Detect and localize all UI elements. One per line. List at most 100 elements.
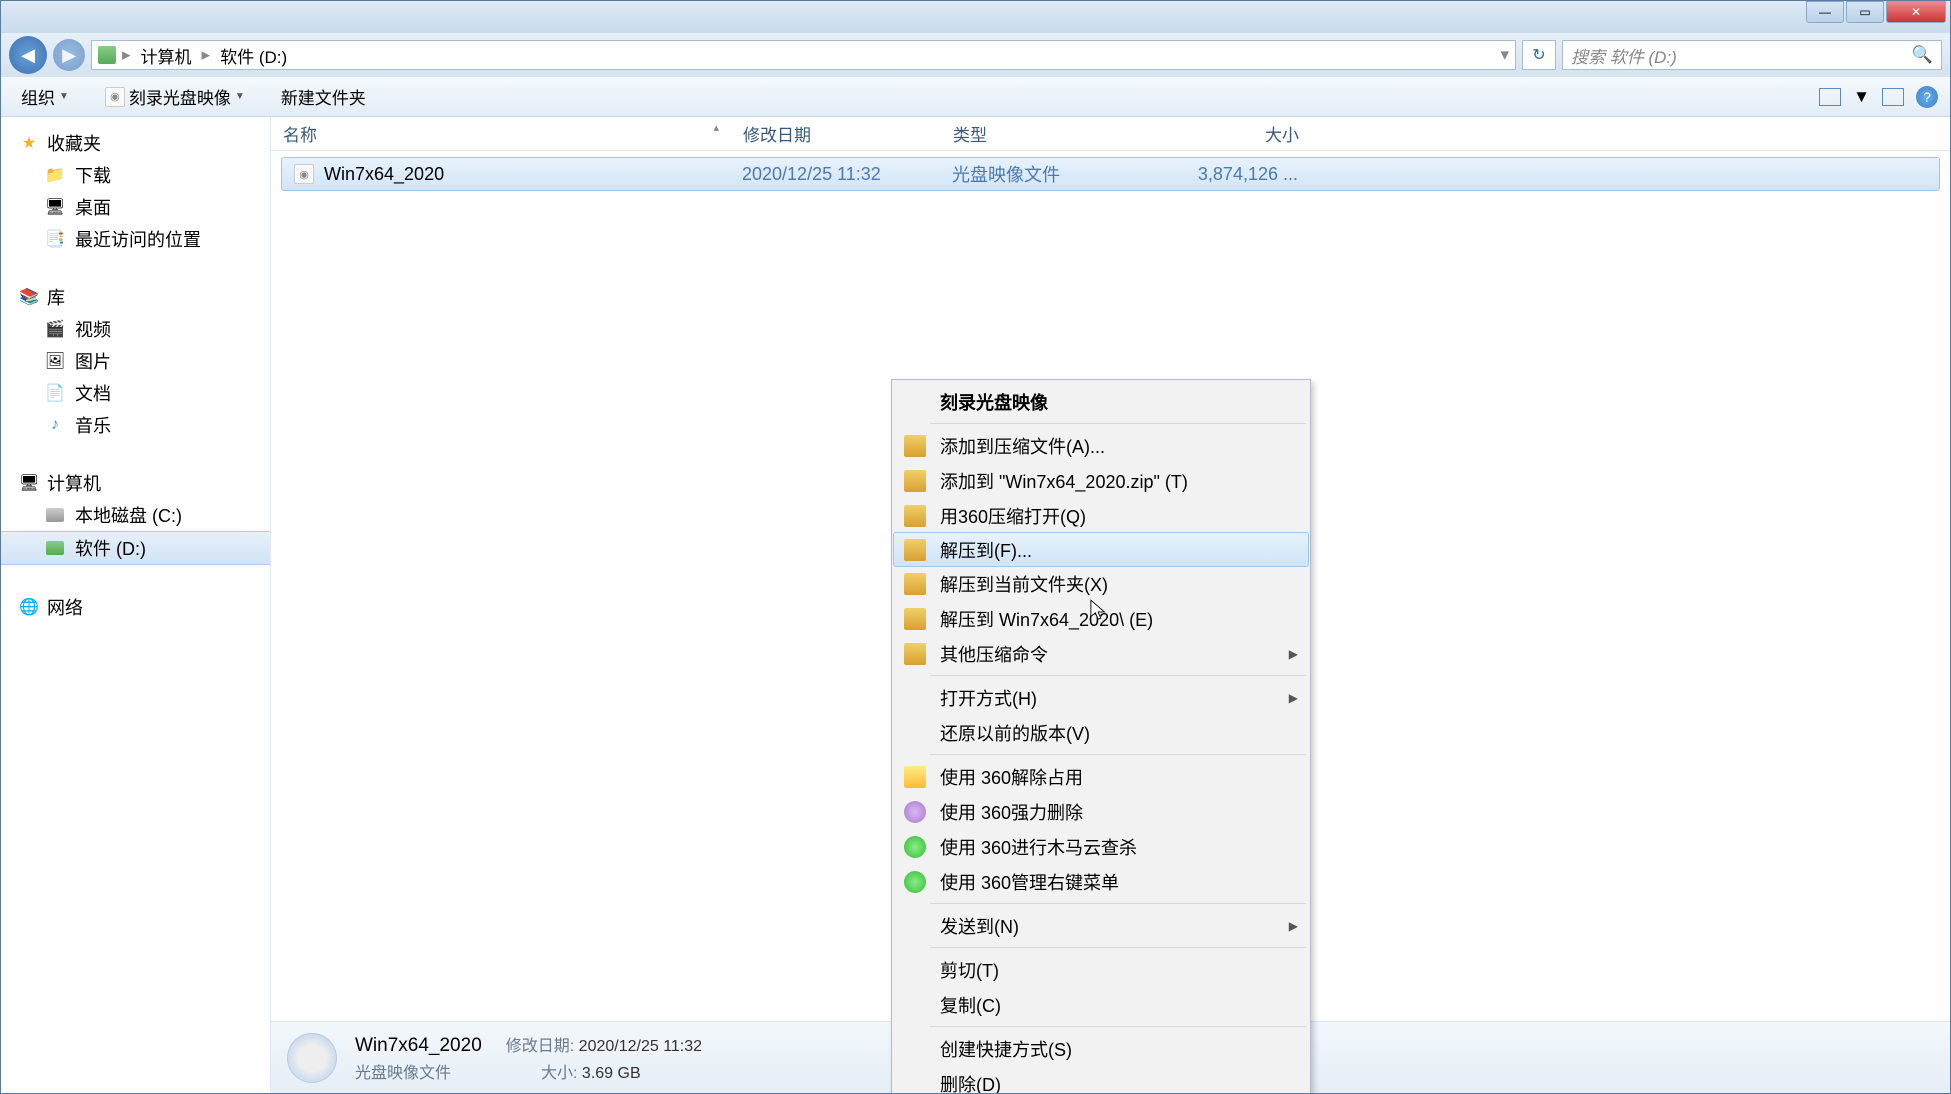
cm-separator [930, 947, 1306, 948]
column-headers: 名称 ▴ 修改日期 类型 大小 [271, 117, 1950, 151]
cm-label: 复制(C) [940, 992, 1001, 1018]
minimize-button[interactable]: — [1806, 1, 1844, 23]
sidebar-label: 网络 [47, 594, 83, 620]
cm-add-zip[interactable]: 添加到 "Win7x64_2020.zip" (T) [894, 463, 1308, 498]
context-menu: 刻录光盘映像 添加到压缩文件(A)... 添加到 "Win7x64_2020.z… [891, 379, 1311, 1093]
cm-label: 创建快捷方式(S) [940, 1036, 1072, 1062]
sidebar-item-downloads[interactable]: 📁下载 [1, 159, 270, 191]
address-bar[interactable]: ▸ 计算机 ▸ 软件 (D:) ▾ [91, 40, 1516, 70]
sidebar-item-desktop[interactable]: 🖥桌面 [1, 191, 270, 223]
blank-icon [904, 959, 926, 981]
column-type[interactable]: 类型 [941, 121, 1151, 146]
cm-restore-previous[interactable]: 还原以前的版本(V) [894, 715, 1308, 750]
file-pane: 名称 ▴ 修改日期 类型 大小 ◉ Win7x64_2020 2020/12/25… [271, 117, 1950, 1093]
sidebar-computer[interactable]: 🖥 计算机 [1, 467, 270, 499]
file-list[interactable]: ◉ Win7x64_2020 2020/12/25 11:32 光盘映像文件 3… [271, 151, 1950, 1021]
address-toolbar: ◀ ▶ ▸ 计算机 ▸ 软件 (D:) ▾ ↻ 搜索 软件 (D:) 🔍 [1, 33, 1950, 77]
preview-pane-button[interactable] [1882, 88, 1904, 106]
sort-indicator-icon: ▴ [713, 121, 719, 146]
file-size: 3,874,126 ... [1150, 164, 1310, 185]
cm-create-shortcut[interactable]: 创建快捷方式(S) [894, 1031, 1308, 1066]
sidebar-item-music[interactable]: ♪音乐 [1, 409, 270, 441]
address-dropdown-icon[interactable]: ▾ [1500, 45, 1509, 65]
zip-icon [904, 539, 926, 561]
video-icon: 🎬 [45, 319, 65, 339]
drive-icon [46, 508, 64, 522]
cm-delete[interactable]: 删除(D) [894, 1066, 1308, 1093]
breadcrumb-current[interactable]: 软件 (D:) [216, 43, 291, 68]
breadcrumb-computer[interactable]: 计算机 [137, 43, 196, 68]
sidebar-item-label: 软件 (D:) [75, 535, 146, 561]
cm-label: 使用 360强力删除 [940, 799, 1083, 825]
cm-label: 解压到(F)... [940, 537, 1032, 563]
column-label: 名称 [283, 121, 317, 146]
details-date-value: 2020/12/25 11:32 [579, 1038, 702, 1055]
sidebar-libraries[interactable]: 📚 库 [1, 281, 270, 313]
search-input[interactable]: 搜索 软件 (D:) 🔍 [1562, 40, 1942, 70]
cm-separator [930, 423, 1306, 424]
organize-button[interactable]: 组织 ▼ [13, 80, 77, 113]
chevron-down-icon[interactable]: ▼ [1853, 87, 1870, 107]
cm-open-with[interactable]: 打开方式(H) ▶ [894, 680, 1308, 715]
document-icon: 📄 [45, 383, 65, 403]
chevron-down-icon: ▼ [235, 91, 245, 102]
cm-label: 解压到 Win7x64_2020\ (E) [940, 606, 1153, 632]
sidebar-item-drive-c[interactable]: 本地磁盘 (C:) [1, 499, 270, 531]
back-button[interactable]: ◀ [9, 36, 47, 74]
libraries-icon: 📚 [19, 287, 39, 307]
search-icon[interactable]: 🔍 [1912, 45, 1933, 65]
cm-360-unlock[interactable]: 使用 360解除占用 [894, 759, 1308, 794]
sidebar-item-documents[interactable]: 📄 文档 [1, 377, 270, 409]
column-date[interactable]: 修改日期 [731, 121, 941, 146]
cm-open-360zip[interactable]: 用360压缩打开(Q) [894, 498, 1308, 533]
details-size-label: 大小: [541, 1065, 577, 1082]
cm-360-scan[interactable]: 使用 360进行木马云查杀 [894, 829, 1308, 864]
cm-extract-to[interactable]: 解压到(F)... [893, 532, 1309, 567]
cm-add-archive[interactable]: 添加到压缩文件(A)... [894, 428, 1308, 463]
column-name[interactable]: 名称 ▴ [271, 121, 731, 146]
file-date: 2020/12/25 11:32 [730, 164, 940, 185]
command-toolbar: 组织 ▼ ◉ 刻录光盘映像 ▼ 新建文件夹 ▼ ? [1, 77, 1950, 117]
search-placeholder: 搜索 软件 (D:) [1571, 43, 1677, 68]
iso-file-icon: ◉ [294, 164, 314, 184]
cm-send-to[interactable]: 发送到(N)▶ [894, 908, 1308, 943]
360-icon [904, 871, 926, 893]
cm-burn-image[interactable]: 刻录光盘映像 [894, 384, 1308, 419]
sidebar-item-label: 文档 [75, 380, 111, 406]
sidebar-label: 收藏夹 [47, 130, 101, 156]
cm-extract-here[interactable]: 解压到当前文件夹(X) [894, 566, 1308, 601]
close-button[interactable]: ✕ [1886, 1, 1946, 23]
sidebar-favorites[interactable]: ★ 收藏夹 [1, 127, 270, 159]
cm-extract-folder[interactable]: 解压到 Win7x64_2020\ (E) [894, 601, 1308, 636]
submenu-arrow-icon: ▶ [1289, 647, 1298, 661]
burn-image-button[interactable]: ◉ 刻录光盘映像 ▼ [97, 80, 253, 113]
cm-label: 用360压缩打开(Q) [940, 503, 1086, 529]
sidebar-item-recent[interactable]: 📑最近访问的位置 [1, 223, 270, 255]
cm-label: 打开方式(H) [940, 685, 1037, 711]
sidebar-item-videos[interactable]: 🎬视频 [1, 313, 270, 345]
new-folder-button[interactable]: 新建文件夹 [273, 80, 374, 113]
burn-label: 刻录光盘映像 [129, 84, 231, 109]
sidebar-network[interactable]: 🌐 网络 [1, 591, 270, 623]
blank-icon [904, 915, 926, 937]
cm-360-manage-menu[interactable]: 使用 360管理右键菜单 [894, 864, 1308, 899]
cm-cut[interactable]: 剪切(T) [894, 952, 1308, 987]
cm-other-zip[interactable]: 其他压缩命令▶ [894, 636, 1308, 671]
maximize-button[interactable]: ▭ [1846, 1, 1884, 23]
sidebar-item-label: 下载 [75, 162, 111, 188]
sidebar-item-pictures[interactable]: 🖼图片 [1, 345, 270, 377]
cm-copy[interactable]: 复制(C) [894, 987, 1308, 1022]
cm-label: 添加到压缩文件(A)... [940, 433, 1105, 459]
help-icon[interactable]: ? [1916, 86, 1938, 108]
zip-icon [904, 573, 926, 595]
details-file-type: 光盘映像文件 [355, 1059, 451, 1083]
file-row[interactable]: ◉ Win7x64_2020 2020/12/25 11:32 光盘映像文件 3… [281, 157, 1940, 191]
view-mode-button[interactable] [1819, 88, 1841, 106]
refresh-button[interactable]: ↻ [1522, 40, 1556, 70]
sidebar-item-drive-d[interactable]: 软件 (D:) [1, 531, 270, 565]
music-icon: ♪ [45, 415, 65, 435]
column-size[interactable]: 大小 [1151, 121, 1311, 146]
submenu-arrow-icon: ▶ [1289, 691, 1298, 705]
cm-360-force-delete[interactable]: 使用 360强力删除 [894, 794, 1308, 829]
forward-button[interactable]: ▶ [53, 39, 85, 71]
